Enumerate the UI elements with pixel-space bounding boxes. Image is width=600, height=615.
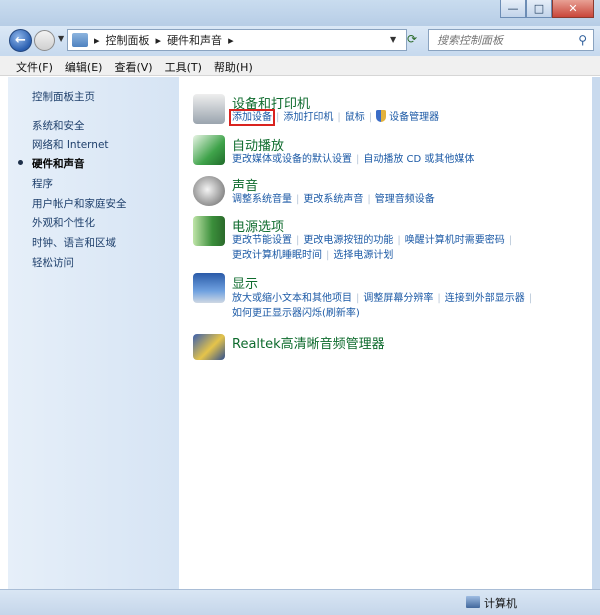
menu-file[interactable]: 文件(F) — [10, 56, 59, 75]
speaker-icon[interactable] — [193, 176, 225, 206]
back-button[interactable]: ← — [9, 29, 32, 52]
link-add-device[interactable]: 添加设备 — [229, 109, 275, 126]
link-separator: | — [296, 235, 300, 246]
minimize-icon: — — [507, 2, 519, 15]
breadcrumb-separator-icon[interactable]: ▸ — [156, 34, 162, 47]
link-add-printer[interactable]: 添加打印机 — [283, 112, 333, 123]
back-arrow-icon: ← — [15, 33, 26, 48]
link-separator: | — [508, 235, 513, 246]
sidebar-item-appearance[interactable]: 外观和个性化 — [32, 215, 95, 230]
search-box[interactable]: ⚲ — [428, 29, 594, 51]
sidebar-item-clock-language[interactable]: 时钟、语言和区域 — [32, 235, 116, 250]
link-device-manager[interactable]: 设备管理器 — [389, 112, 439, 123]
link-connect-external-display[interactable]: 连接到外部显示器 — [445, 293, 525, 304]
autoplay-icon[interactable] — [193, 135, 225, 165]
link-separator: | — [528, 293, 533, 304]
section-links-autoplay: 更改媒体或设备的默认设置 | 自动播放 CD 或其他媒体 — [232, 152, 587, 167]
menu-edit[interactable]: 编辑(E) — [59, 56, 109, 75]
link-change-media-defaults[interactable]: 更改媒体或设备的默认设置 — [232, 154, 352, 165]
link-separator: | — [367, 194, 371, 205]
breadcrumb-separator-icon[interactable]: ▸ — [228, 34, 234, 47]
link-separator: | — [296, 194, 300, 205]
sidebar-item-home[interactable]: 控制面板主页 — [32, 89, 95, 104]
link-separator: | — [276, 112, 280, 123]
sidebar-item-ease-of-access[interactable]: 轻松访问 — [32, 255, 74, 270]
sidebar: 控制面板主页 系统和安全 网络和 Internet 硬件和声音 程序 用户帐户和… — [8, 77, 179, 589]
sidebar-item-hardware-sound[interactable]: 硬件和声音 — [32, 156, 85, 171]
breadcrumb-item-hardware-sound[interactable]: 硬件和声音 — [167, 32, 222, 48]
section-links-sound: 调整系统音量 | 更改系统声音 | 管理音频设备 — [232, 192, 587, 207]
link-change-power-buttons[interactable]: 更改电源按钮的功能 — [303, 235, 393, 246]
breadcrumb-separator-icon[interactable]: ▸ — [94, 34, 100, 47]
section-title-realtek-audio[interactable]: Realtek高清晰音频管理器 — [232, 333, 385, 352]
sidebar-item-user-accounts[interactable]: 用户帐户和家庭安全 — [32, 196, 127, 211]
status-bar: 计算机 — [0, 589, 600, 615]
minimize-button[interactable]: — — [500, 0, 526, 18]
address-dropdown-icon[interactable]: ▼ — [390, 35, 396, 44]
link-change-power-saving[interactable]: 更改节能设置 — [232, 235, 292, 246]
search-input[interactable] — [437, 33, 567, 47]
control-panel-icon — [72, 33, 88, 47]
history-dropdown-icon[interactable]: ▼ — [58, 34, 64, 43]
link-manage-audio-devices[interactable]: 管理音频设备 — [375, 194, 435, 205]
menu-tools[interactable]: 工具(T) — [159, 56, 208, 75]
maximize-button[interactable]: □ — [526, 0, 552, 18]
section-links-power-options: 更改节能设置 | 更改电源按钮的功能 | 唤醒计算机时需要密码 | 更改计算机睡眠时间 | 选择… — [232, 233, 587, 263]
window-controls: — □ ✕ — [500, 0, 594, 18]
section-links-devices-printers: 添加设备 | 添加打印机 | 鼠标 | 设备管理器 — [229, 109, 587, 126]
sidebar-item-system-security[interactable]: 系统和安全 — [32, 118, 85, 133]
maximize-icon: □ — [533, 2, 545, 15]
sidebar-item-programs[interactable]: 程序 — [32, 176, 53, 191]
link-separator: | — [437, 293, 441, 304]
forward-button[interactable] — [34, 30, 55, 51]
link-require-password-on-wake[interactable]: 唤醒计算机时需要密码 — [405, 235, 505, 246]
link-change-system-sounds[interactable]: 更改系统声音 — [303, 194, 363, 205]
link-fix-monitor-flicker[interactable]: 如何更正显示器闪烁(刷新率) — [232, 308, 360, 319]
realtek-icon[interactable] — [193, 334, 225, 360]
menu-help[interactable]: 帮助(H) — [208, 56, 259, 75]
battery-icon[interactable] — [193, 216, 225, 246]
link-adjust-resolution[interactable]: 调整屏幕分辨率 — [363, 293, 433, 304]
breadcrumb-item-control-panel[interactable]: 控制面板 — [106, 32, 150, 48]
window-border — [592, 77, 600, 589]
link-separator: | — [337, 112, 341, 123]
close-icon: ✕ — [568, 2, 578, 15]
monitor-icon[interactable] — [193, 273, 225, 303]
computer-icon — [466, 596, 480, 608]
link-separator: | — [356, 293, 360, 304]
refresh-icon[interactable]: ⟳ — [407, 32, 417, 46]
link-choose-power-plan[interactable]: 选择电源计划 — [333, 250, 393, 261]
active-bullet-icon — [18, 160, 23, 165]
link-autoplay-cd[interactable]: 自动播放 CD 或其他媒体 — [363, 154, 474, 165]
link-mouse[interactable]: 鼠标 — [345, 112, 365, 123]
title-bar: — □ ✕ — [0, 0, 600, 26]
breadcrumb[interactable]: ▸ 控制面板 ▸ 硬件和声音 ▸ — [67, 29, 407, 51]
search-icon[interactable]: ⚲ — [578, 33, 587, 47]
link-adjust-volume[interactable]: 调整系统音量 — [232, 194, 292, 205]
link-make-text-larger[interactable]: 放大或缩小文本和其他项目 — [232, 293, 352, 304]
menu-bar: 文件(F) 编辑(E) 查看(V) 工具(T) 帮助(H) — [0, 56, 600, 76]
link-separator: | — [368, 112, 373, 123]
link-change-sleep-time[interactable]: 更改计算机睡眠时间 — [232, 250, 322, 261]
status-computer-label: 计算机 — [484, 597, 517, 610]
close-button[interactable]: ✕ — [552, 0, 594, 18]
uac-shield-icon — [376, 110, 387, 122]
printer-icon[interactable] — [193, 94, 225, 124]
link-separator: | — [326, 250, 330, 261]
address-bar: ← ▼ ▸ 控制面板 ▸ 硬件和声音 ▸ ▼ ⟳ ⚲ — [0, 26, 600, 56]
sidebar-item-network[interactable]: 网络和 Internet — [32, 137, 109, 152]
main-content: 设备和打印机 添加设备 | 添加打印机 | 鼠标 | 设备管理器 自动播放 更改媒体或设备的… — [179, 77, 592, 589]
link-separator: | — [397, 235, 401, 246]
section-title-display[interactable]: 显示 — [232, 273, 258, 292]
section-links-display: 放大或缩小文本和其他项目 | 调整屏幕分辨率 | 连接到外部显示器 | 如何更正显示器闪烁(… — [232, 291, 587, 321]
menu-view[interactable]: 查看(V) — [108, 56, 158, 75]
link-separator: | — [356, 154, 360, 165]
